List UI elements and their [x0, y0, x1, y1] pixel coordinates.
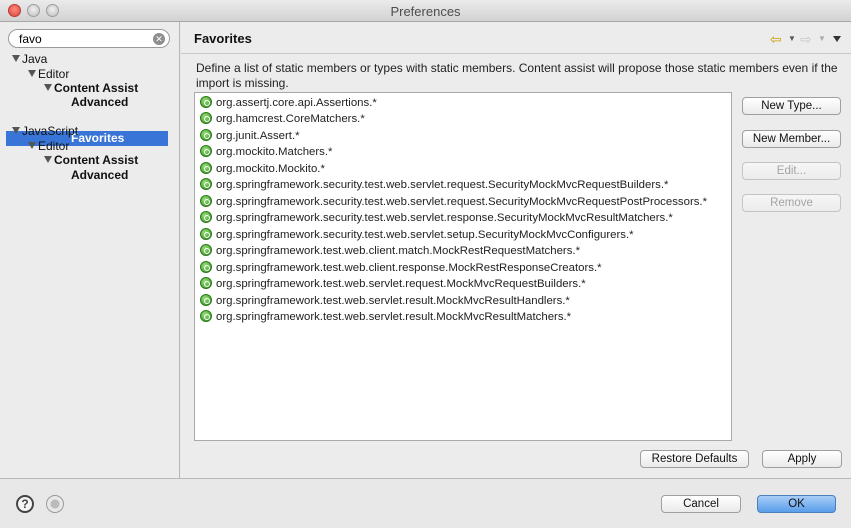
static-member-icon [200, 112, 212, 124]
filter-search-input[interactable] [19, 32, 149, 46]
clear-search-icon[interactable]: ✕ [153, 33, 165, 45]
list-item[interactable]: org.springframework.security.test.web.se… [200, 227, 634, 243]
list-item[interactable]: org.mockito.Mockito.* [200, 161, 325, 177]
tree-item-label: JavaScript [22, 124, 79, 138]
window-title: Preferences [390, 4, 461, 19]
forward-arrow-icon[interactable]: ⇨ [800, 31, 812, 48]
list-item-label: org.mockito.Mockito.* [216, 163, 325, 175]
list-item[interactable]: org.junit.Assert.* [200, 128, 300, 144]
static-member-icon [200, 244, 212, 256]
expanded-triangle-icon[interactable] [44, 84, 52, 91]
static-member-icon [200, 129, 212, 141]
list-item-label: org.hamcrest.CoreMatchers.* [216, 113, 365, 125]
preference-page: Favorites ⇦ ▼ ⇨ ▼ Define a list of stati… [181, 22, 851, 478]
list-item[interactable]: org.springframework.test.web.client.resp… [200, 260, 602, 276]
static-member-icon [200, 211, 212, 223]
list-item[interactable]: org.springframework.test.web.client.matc… [200, 243, 580, 259]
tree-item-label: Editor [38, 67, 70, 81]
tree-item-label: Advanced [71, 95, 129, 109]
tree-item-java-content-assist[interactable]: Content Assist [44, 81, 138, 96]
static-member-icon [200, 145, 212, 157]
tree-item-java[interactable]: Java [12, 52, 47, 67]
list-item[interactable]: org.springframework.test.web.servlet.req… [200, 276, 586, 292]
list-item[interactable]: org.mockito.Matchers.* [200, 144, 332, 160]
back-arrow-icon[interactable]: ⇦ [770, 31, 782, 48]
expanded-triangle-icon[interactable] [12, 55, 20, 62]
window-titlebar: Preferences [0, 0, 851, 22]
static-member-icon [200, 195, 212, 207]
list-item-label: org.assertj.core.api.Assertions.* [216, 97, 377, 109]
list-item-label: org.springframework.security.test.web.se… [216, 212, 673, 224]
list-item-label: org.springframework.test.web.servlet.res… [216, 311, 572, 323]
expanded-triangle-icon[interactable] [12, 127, 20, 134]
tree-item-label: Editor [38, 139, 70, 153]
expanded-triangle-icon[interactable] [28, 70, 36, 77]
list-item[interactable]: org.springframework.security.test.web.se… [200, 210, 673, 226]
tree-item-java-advanced[interactable]: Advanced [71, 95, 128, 110]
remove-button[interactable]: Remove [742, 194, 841, 212]
tree-item-javascript-editor[interactable]: Editor [28, 139, 69, 154]
forward-history-dropdown-icon[interactable]: ▼ [818, 34, 826, 43]
restore-defaults-button[interactable]: Restore Defaults [640, 450, 749, 468]
list-item[interactable]: org.springframework.security.test.web.se… [200, 194, 707, 210]
static-member-icon [200, 261, 212, 273]
help-icon[interactable]: ? [16, 495, 34, 513]
import-export-icon[interactable] [46, 495, 64, 513]
static-member-icon [200, 228, 212, 240]
tree-item-javascript[interactable]: JavaScript [12, 124, 78, 139]
static-member-icon [200, 294, 212, 306]
page-description: Define a list of static members or types… [196, 61, 838, 90]
filter-search-box[interactable]: ✕ [8, 29, 170, 48]
static-member-icon [200, 178, 212, 190]
static-member-icon [200, 310, 212, 322]
edit-button[interactable]: Edit... [742, 162, 841, 180]
page-title: Favorites [194, 31, 252, 46]
preferences-sidebar: ✕ Java Editor Content Assist Advanced Fa… [0, 22, 180, 478]
static-member-icon [200, 162, 212, 174]
cancel-button[interactable]: Cancel [661, 495, 741, 513]
back-history-dropdown-icon[interactable]: ▼ [788, 34, 796, 43]
apply-button[interactable]: Apply [762, 450, 842, 468]
list-item-label: org.junit.Assert.* [216, 130, 300, 142]
list-item-label: org.springframework.test.web.servlet.req… [216, 278, 586, 290]
expanded-triangle-icon[interactable] [44, 156, 52, 163]
tree-item-java-editor[interactable]: Editor [28, 67, 69, 82]
static-member-icon [200, 277, 212, 289]
dialog-footer: ? Cancel OK [0, 478, 851, 528]
list-item-label: org.springframework.test.web.servlet.res… [216, 295, 570, 307]
favorites-list[interactable]: org.assertj.core.api.Assertions.* org.ha… [194, 92, 732, 441]
list-item[interactable]: org.springframework.security.test.web.se… [200, 177, 668, 193]
list-item-label: org.springframework.test.web.client.resp… [216, 262, 602, 274]
expanded-triangle-icon[interactable] [28, 142, 36, 149]
ok-button[interactable]: OK [757, 495, 836, 513]
page-header: Favorites ⇦ ▼ ⇨ ▼ [181, 22, 851, 54]
static-member-icon [200, 96, 212, 108]
list-item-label: org.springframework.security.test.web.se… [216, 196, 708, 208]
list-item[interactable]: org.hamcrest.CoreMatchers.* [200, 111, 365, 127]
list-item[interactable]: org.springframework.test.web.servlet.res… [200, 309, 571, 325]
tree-item-javascript-content-assist[interactable]: Content Assist [44, 153, 138, 168]
list-item-label: org.springframework.test.web.client.matc… [216, 245, 581, 257]
tree-item-javascript-advanced[interactable]: Advanced [71, 168, 128, 183]
view-menu-icon[interactable] [833, 36, 841, 42]
list-item[interactable]: org.springframework.test.web.servlet.res… [200, 293, 570, 309]
tree-item-label: Advanced [71, 168, 129, 182]
tree-item-label: Java [22, 52, 48, 66]
list-item-label: org.mockito.Matchers.* [216, 146, 333, 158]
tree-item-favorites[interactable]: Favorites [71, 131, 124, 146]
tree-item-label: Content Assist [54, 153, 139, 167]
tree-item-label: Favorites [71, 131, 125, 145]
list-item-label: org.springframework.security.test.web.se… [216, 229, 634, 241]
list-item-label: org.springframework.security.test.web.se… [216, 179, 669, 191]
list-item[interactable]: org.assertj.core.api.Assertions.* [200, 95, 377, 111]
new-type-button[interactable]: New Type... [742, 97, 841, 115]
tree-item-label: Content Assist [54, 81, 139, 95]
new-member-button[interactable]: New Member... [742, 130, 841, 148]
